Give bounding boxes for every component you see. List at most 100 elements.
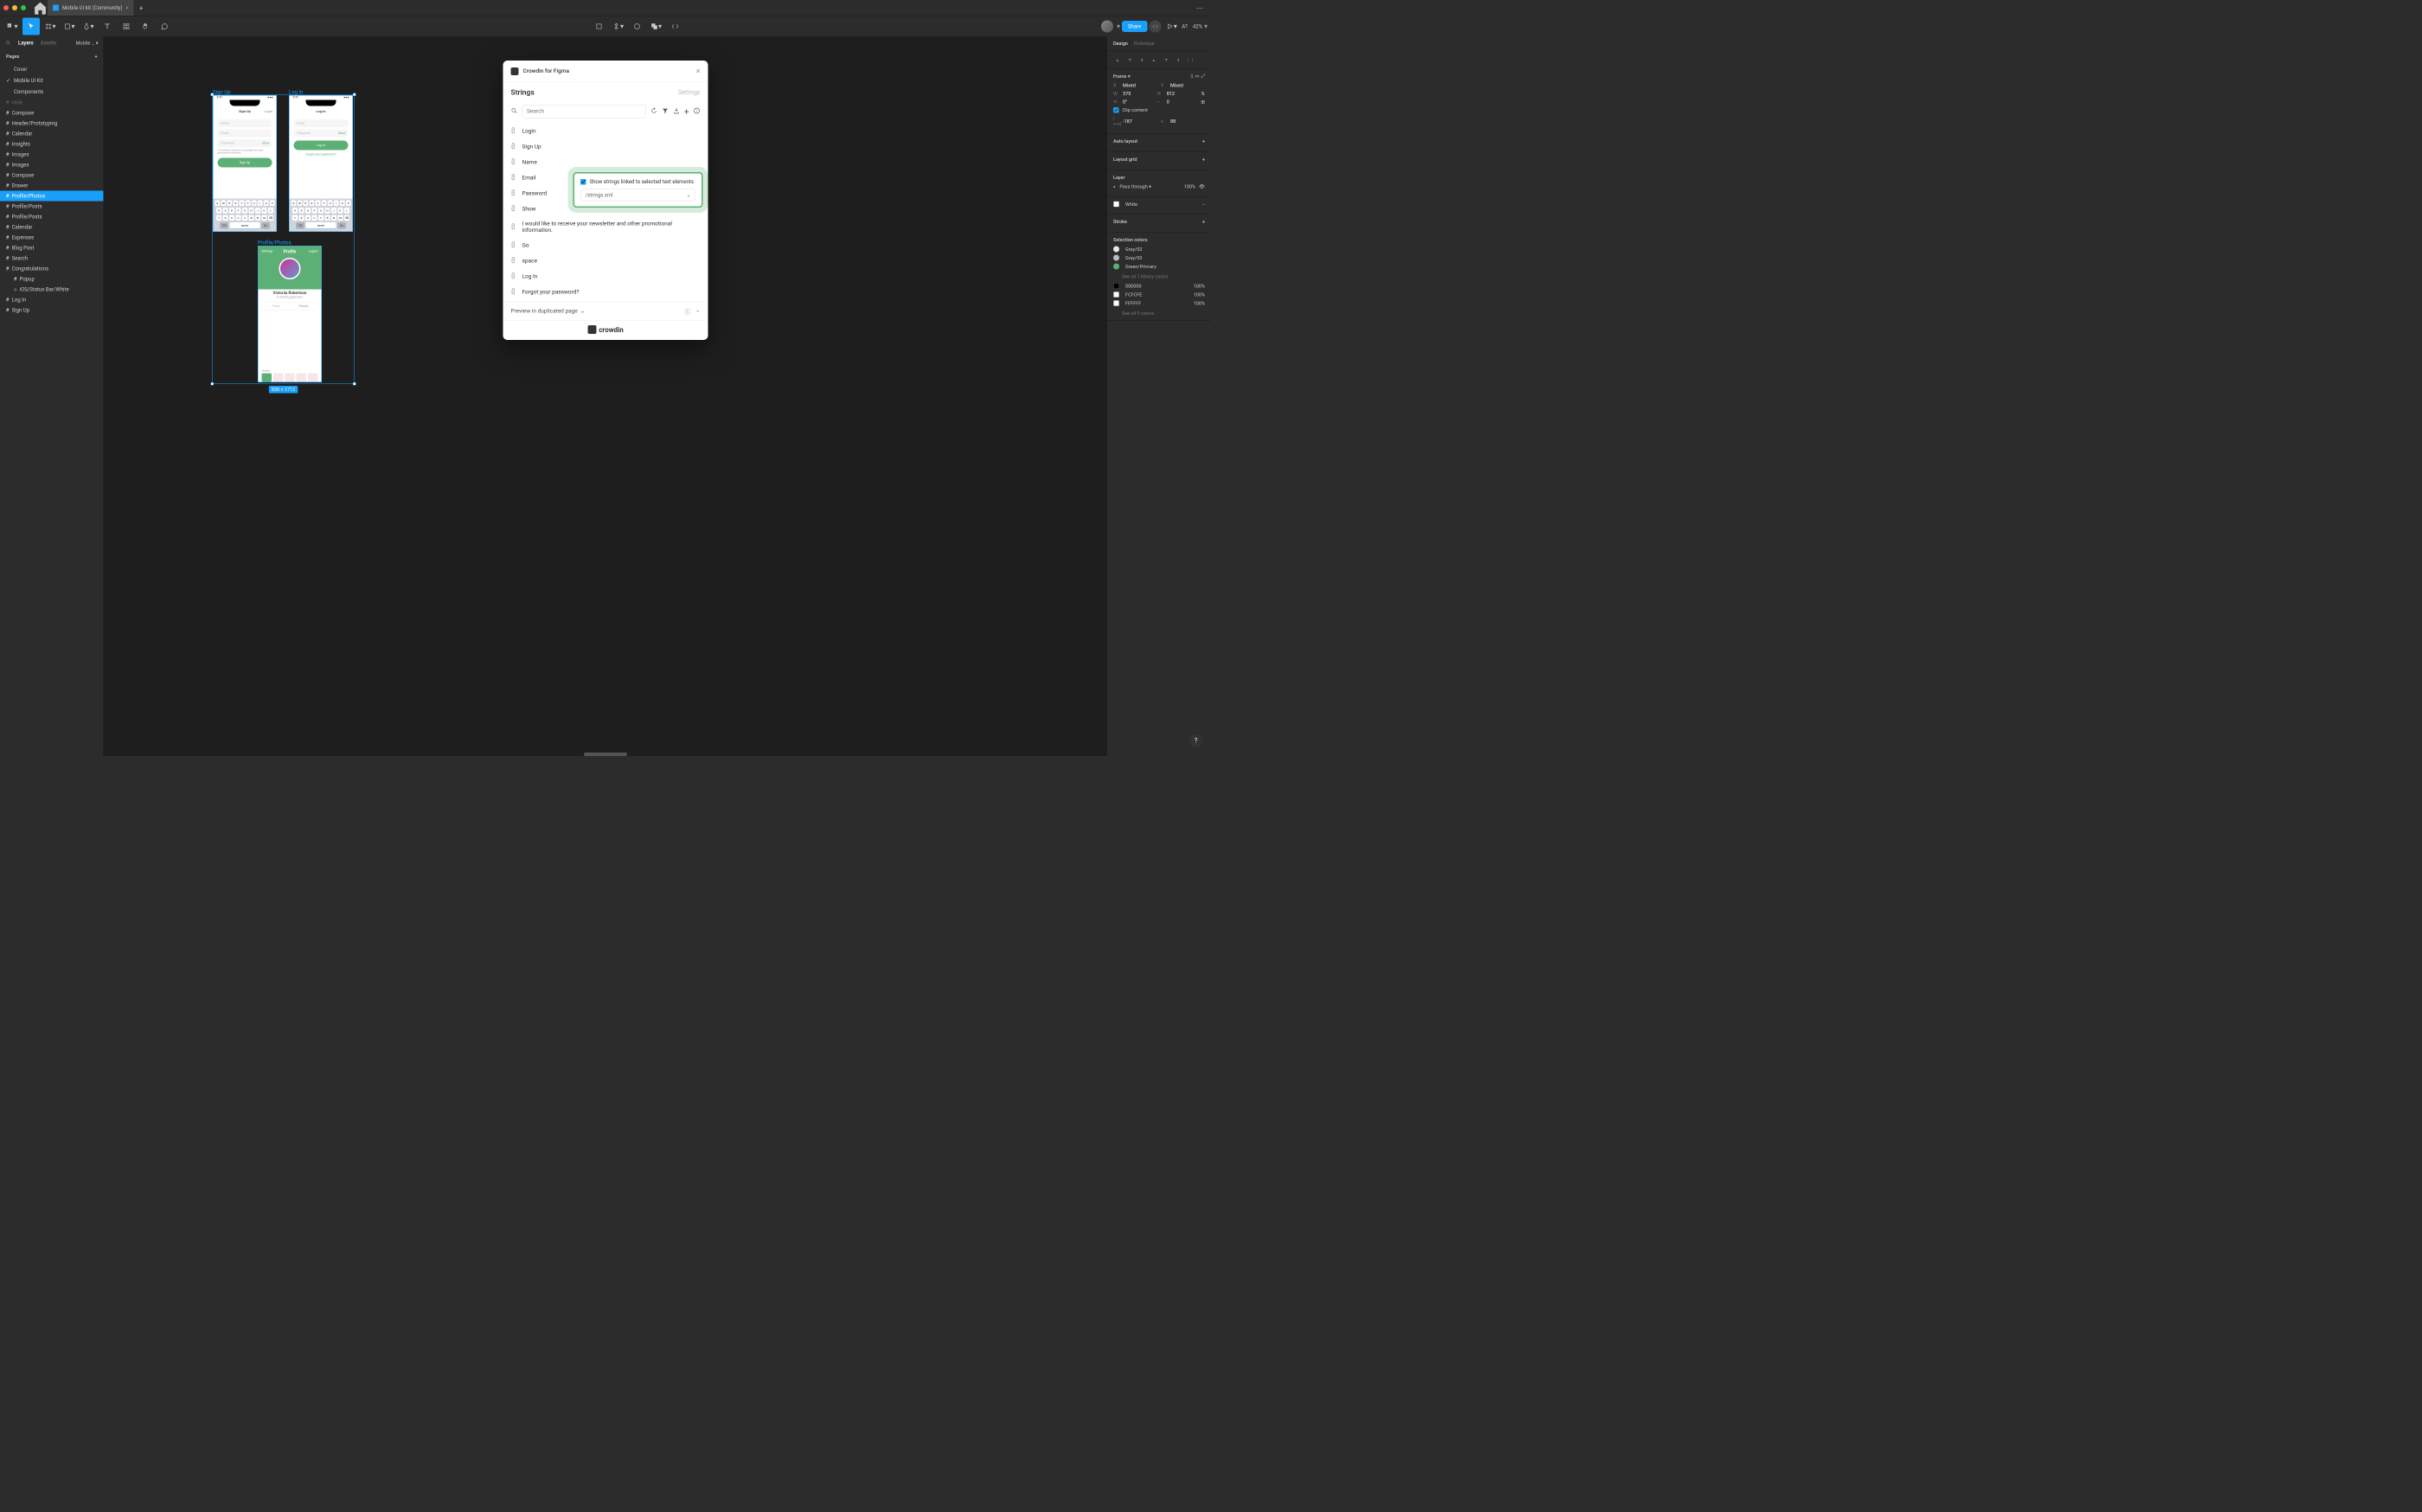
align-hcenter-icon[interactable]: ⫟ (1124, 54, 1135, 65)
radius-input[interactable]: 0 (1167, 99, 1198, 106)
home-button[interactable] (33, 1, 48, 16)
text-tool[interactable] (99, 17, 116, 35)
clip-content-checkbox[interactable] (1113, 107, 1119, 113)
string-item[interactable]: Login (503, 124, 708, 139)
color-swatch[interactable] (1113, 255, 1119, 261)
layer-item[interactable]: #Expenses (0, 233, 104, 243)
layer-item[interactable]: #Profile/Photos (0, 191, 104, 202)
layer-item[interactable]: #Log In (0, 295, 104, 305)
resize-fit-icon[interactable]: ⤢ (1201, 74, 1205, 80)
pen-tool[interactable]: ▾ (80, 17, 97, 35)
help-fab[interactable]: ? (1189, 734, 1202, 747)
page-item[interactable]: Mobile UI Kit (0, 75, 104, 86)
align-bottom-icon[interactable]: ⫞ (1173, 54, 1183, 65)
y-input[interactable]: Mixed (1170, 83, 1205, 89)
string-item[interactable]: Sign Up (503, 139, 708, 155)
layer-item[interactable]: #Sign Up (0, 305, 104, 316)
frame-type[interactable]: Frame ▾ (1113, 74, 1131, 80)
present-button[interactable]: ▾ (1163, 17, 1180, 35)
zoom-chevron-icon[interactable]: ▾ (1204, 22, 1208, 31)
color-swatch[interactable] (1113, 247, 1119, 253)
file-tab[interactable]: Mobile UI kit (Community) × (48, 0, 134, 16)
layer-item[interactable]: #Profile/Posts (0, 212, 104, 222)
frame-tool[interactable]: ▾ (42, 17, 59, 35)
add-autolayout-button[interactable]: + (1202, 138, 1205, 144)
refresh-icon[interactable] (650, 107, 657, 116)
frame-label-login[interactable]: Log In (289, 89, 303, 95)
add-page-button[interactable]: + (94, 54, 97, 60)
search-icon[interactable] (511, 107, 518, 116)
main-menu-button[interactable]: ▾ (3, 17, 21, 35)
align-vcenter-icon[interactable]: ⫟ (1161, 54, 1171, 65)
visibility-icon[interactable]: 👁 (1199, 184, 1205, 190)
layer-item[interactable]: #Search (0, 253, 104, 264)
distribute-icon[interactable]: ⋮⋮ (1185, 54, 1195, 65)
add-stroke-button[interactable]: + (1202, 219, 1205, 225)
layer-item[interactable]: #Compose (0, 108, 104, 119)
page-item[interactable]: Components (0, 86, 104, 98)
preview-toggle[interactable]: Preview in duplicated page⌄ (511, 308, 586, 315)
artboard-signup[interactable]: 9:41●●● Sign UpLogin Name Email Password… (213, 95, 277, 232)
resources-tool[interactable] (118, 17, 135, 35)
layer-item[interactable]: #Insights (0, 139, 104, 150)
search-icon[interactable] (5, 40, 11, 46)
avatar-chevron-icon[interactable]: ▾ (1117, 22, 1120, 31)
file-select[interactable]: /strings.xml ⌄ (580, 189, 695, 202)
corners-icon[interactable]: ⊞ (1201, 99, 1205, 106)
footer-help-icon[interactable]: ⓘ (685, 307, 691, 316)
page-dropdown[interactable]: Mobile … ▾ (76, 40, 99, 46)
close-window-icon[interactable] (3, 5, 9, 10)
color-swatch[interactable] (1113, 283, 1119, 289)
mask-tool[interactable]: ▾ (609, 17, 626, 35)
import-icon[interactable] (673, 107, 680, 116)
add-string-button[interactable]: + (684, 106, 689, 117)
boolean-tool[interactable] (628, 17, 645, 35)
share-button[interactable]: Share (1122, 21, 1147, 32)
layer-item[interactable]: #Calendar (0, 222, 104, 233)
filter-icon[interactable] (662, 107, 669, 116)
a11y-indicator[interactable]: A? (1182, 23, 1188, 29)
component-tool[interactable] (590, 17, 607, 35)
frame-label-profile[interactable]: Profile/Photos (258, 240, 292, 246)
modal-close-button[interactable]: × (696, 67, 701, 76)
help-icon[interactable]: ? (694, 107, 701, 116)
layer-item[interactable]: #Hide (0, 98, 104, 108)
footer-expand-icon[interactable]: ⌄ (695, 307, 700, 316)
layer-item[interactable]: ◇iOS/Status Bar/White (0, 285, 104, 295)
color-swatch[interactable] (1113, 300, 1119, 306)
artboard-login[interactable]: 9:41●●● Log In Email PasswordShow Log In… (289, 95, 353, 232)
string-item[interactable]: Go (503, 238, 708, 253)
modal-settings-link[interactable]: Settings (678, 89, 701, 96)
dev-toggle[interactable] (1149, 20, 1161, 32)
rotation-input[interactable]: 0° (1123, 99, 1154, 106)
h-input[interactable]: 812 (1167, 91, 1198, 97)
gap-h-input[interactable]: -187 (1123, 119, 1157, 125)
remove-fill-button[interactable]: − (1202, 202, 1205, 208)
link-dims-icon[interactable]: ⇅ (1201, 91, 1205, 97)
layer-item[interactable]: #Blog Post (0, 243, 104, 253)
comment-tool[interactable] (156, 17, 173, 35)
zoom-level[interactable]: 42% (1193, 23, 1202, 29)
layer-item[interactable]: #Images (0, 160, 104, 170)
shape-tool[interactable]: ▾ (61, 17, 78, 35)
frame-label-signup[interactable]: Sign Up (213, 89, 230, 95)
layer-item[interactable]: #Profile/Posts (0, 202, 104, 212)
layer-item[interactable]: #Calendar (0, 129, 104, 139)
string-search-input[interactable] (522, 105, 646, 119)
layers-tab[interactable]: Layers (18, 40, 34, 46)
string-item[interactable]: Log In (503, 269, 708, 285)
layer-item[interactable]: #Images (0, 150, 104, 160)
user-avatar[interactable] (1101, 20, 1113, 32)
new-tab-button[interactable]: + (134, 1, 149, 16)
move-tool[interactable] (22, 17, 40, 35)
main-menu-icon[interactable]: ⋯ (1192, 3, 1208, 12)
close-tab-icon[interactable]: × (125, 5, 128, 11)
layer-item[interactable]: #Congratulations (0, 264, 104, 274)
align-right-icon[interactable]: ⫞ (1137, 54, 1147, 65)
layer-item[interactable]: #Popup (0, 274, 104, 285)
x-input[interactable]: Mixed (1123, 83, 1157, 89)
orientation-portrait-icon[interactable]: ▯ (1190, 74, 1193, 80)
maximize-window-icon[interactable] (21, 5, 26, 10)
see-all-colors-link[interactable]: See all 9 colors (1113, 309, 1205, 317)
align-left-icon[interactable]: ⫠ (1112, 54, 1123, 65)
